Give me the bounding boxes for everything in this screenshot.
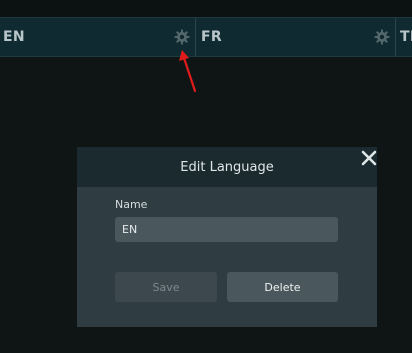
language-column-th: TH xyxy=(396,18,412,56)
language-code-en: EN xyxy=(3,29,25,45)
gear-icon[interactable] xyxy=(174,29,190,45)
delete-button[interactable]: Delete xyxy=(227,272,338,302)
gear-icon[interactable] xyxy=(374,29,390,45)
dialog-header: Edit Language xyxy=(77,147,377,187)
dialog-title: Edit Language xyxy=(180,159,274,175)
top-strip xyxy=(0,0,412,17)
close-icon[interactable] xyxy=(360,149,378,167)
language-bar: EN FR TH xyxy=(0,17,412,57)
language-code-fr: FR xyxy=(201,29,222,45)
arrow-icon xyxy=(179,50,197,93)
language-column-en: EN xyxy=(0,18,196,56)
name-input[interactable] xyxy=(115,217,338,242)
name-label: Name xyxy=(115,198,148,211)
language-column-fr: FR xyxy=(196,18,396,56)
save-button[interactable]: Save xyxy=(115,272,217,302)
edit-language-dialog: Edit Language Name Save Delete xyxy=(77,147,377,327)
language-code-th: TH xyxy=(400,29,412,45)
